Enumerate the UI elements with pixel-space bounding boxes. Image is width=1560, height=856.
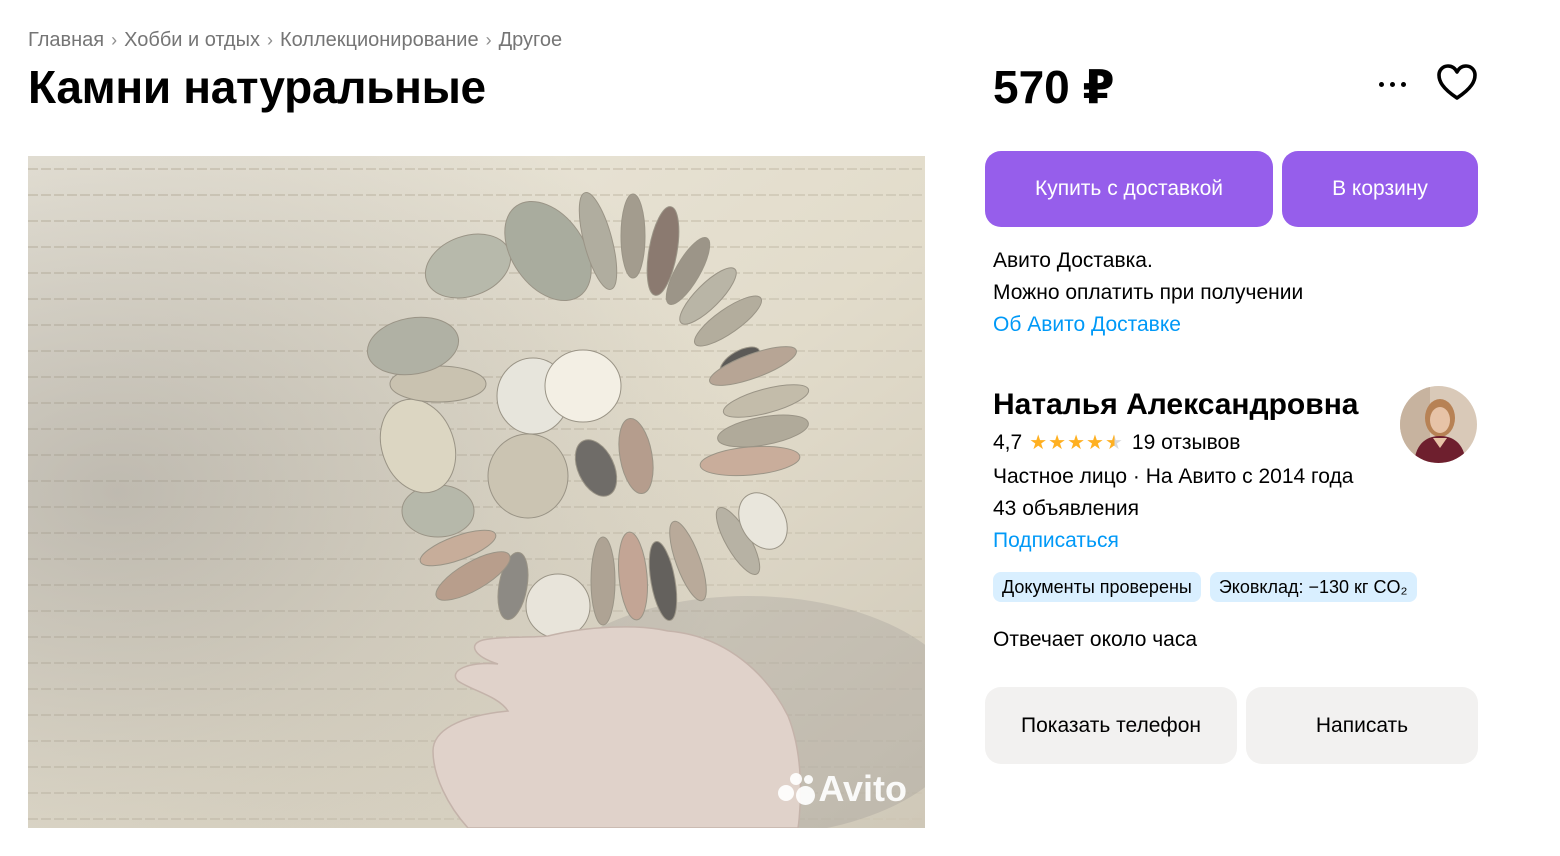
star-icon: ★ [1029,432,1049,454]
delivery-payment-note: Можно оплатить при получении [993,281,1304,304]
rating-value: 4,7 [993,430,1023,454]
favorite-button[interactable] [1432,58,1482,108]
add-to-cart-button[interactable]: В корзину [1282,151,1478,227]
buy-with-delivery-button[interactable]: Купить с доставкой [985,151,1273,227]
chevron-right-icon: › [111,30,118,50]
show-phone-button[interactable]: Показать телефон [985,687,1237,764]
subscribe-link[interactable]: Подписаться [993,529,1119,552]
avito-logo-icon [776,771,816,807]
page-title: Камни натуральные [28,61,486,113]
seller-avatar-image [1400,386,1477,463]
more-options-button[interactable] [1368,62,1416,106]
rating-stars: ★★★★★ [1029,430,1124,455]
reviews-count: 19 отзывов [1131,430,1241,454]
star-icon: ★ [1067,432,1087,454]
about-delivery-link[interactable]: Об Авито Доставке [993,313,1181,336]
eco-contribution-badge[interactable]: Эковклад: −130 кг CO₂ [1209,572,1417,602]
star-half-icon: ★ [1104,432,1124,454]
seller-name[interactable]: Наталья Александровна [993,388,1359,422]
write-message-button[interactable]: Написать [1246,687,1478,764]
star-icon: ★ [1048,432,1068,454]
avatar[interactable] [1400,386,1477,463]
stones-photo-image [28,156,925,828]
breadcrumb-home[interactable]: Главная [28,29,104,52]
chevron-right-icon: › [266,30,273,50]
avito-watermark: Avito [776,768,907,810]
breadcrumb: Главная › Хобби и отдых › Коллекциониров… [28,29,562,52]
documents-verified-badge[interactable]: Документы проверены [993,572,1201,602]
star-icon: ★ [1086,432,1105,454]
seller-type-since: Частное лицо · На Авито с 2014 года [993,465,1354,488]
delivery-title: Авито Доставка. [993,249,1153,272]
seller-badges: Документы проверены Эковклад: −130 кг CO… [993,572,1417,602]
breadcrumb-hobby[interactable]: Хобби и отдых [124,29,260,52]
breadcrumb-collecting[interactable]: Коллекционирование [280,29,479,52]
delivery-info: Авито Доставка. Можно оплатить при получ… [993,245,1303,341]
chevron-right-icon: › [485,30,492,50]
seller-meta: Частное лицо · На Авито с 2014 года 43 о… [993,461,1353,557]
seller-ads-count[interactable]: 43 объявления [993,493,1353,525]
breadcrumb-other[interactable]: Другое [499,29,563,52]
response-time: Отвечает около часа [993,628,1198,651]
listing-photo[interactable]: Avito [28,156,925,828]
more-horizontal-icon [1378,81,1384,87]
seller-rating[interactable]: 4,7 ★★★★★ 19 отзывов [993,430,1240,455]
price: 570 ₽ [993,61,1115,113]
heart-icon [1437,64,1477,100]
